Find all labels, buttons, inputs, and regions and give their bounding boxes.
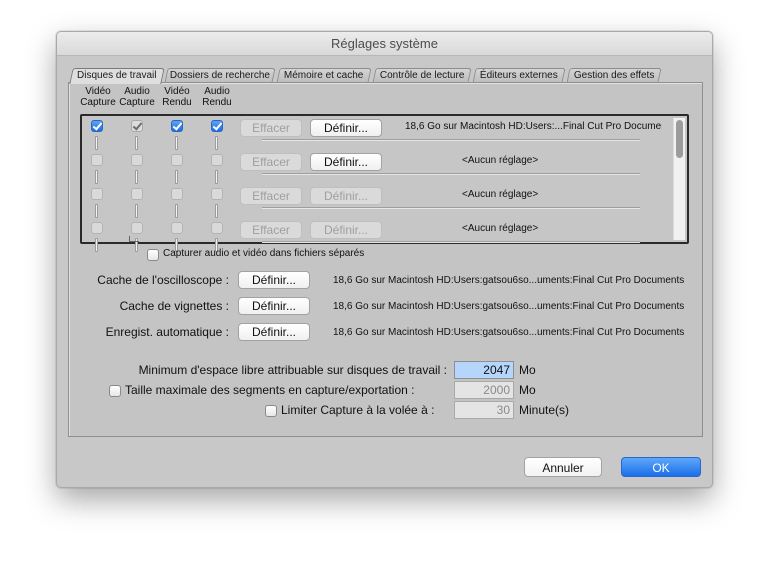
row-1-checkbox-1[interactable] — [131, 154, 143, 166]
system-settings-window: Réglages système Disques de travail Doss… — [56, 31, 713, 488]
row-2-link-2 — [175, 204, 178, 218]
col-audio-render: Audio Rendu — [202, 86, 232, 108]
cancel-button[interactable]: Annuler — [524, 457, 602, 477]
autosave-cache-label: Enregist. automatique : — [105, 325, 229, 339]
row-1-link-2 — [175, 170, 178, 184]
ok-button[interactable]: OK — [621, 457, 701, 477]
row-2-checkbox-2[interactable] — [171, 188, 183, 200]
row-2-define-button[interactable]: Définir... — [310, 187, 382, 205]
row-0-checkbox-0[interactable] — [91, 120, 103, 132]
row-3-separator — [262, 241, 640, 243]
max-segment-unit: Mo — [519, 383, 536, 397]
row-0-link-1 — [135, 136, 138, 150]
scope-cache-path: 18,6 Go sur Macintosh HD:Users:gatsou6so… — [333, 275, 685, 286]
row-1-link-0 — [95, 170, 98, 184]
separate-files-bracket — [129, 236, 139, 242]
row-1-info: <Aucun réglage> — [462, 155, 539, 166]
row-3-checkbox-2[interactable] — [171, 222, 183, 234]
row-3-checkbox-0[interactable] — [91, 222, 103, 234]
row-2-checkbox-1[interactable] — [131, 188, 143, 200]
thumbnail-cache-label: Cache de vignettes : — [119, 299, 229, 313]
tab-search-folders[interactable]: Dossiers de recherche — [164, 68, 276, 83]
row-1-checkbox-0[interactable] — [91, 154, 103, 166]
row-0-define-button[interactable]: Définir... — [310, 119, 382, 137]
thumbnail-cache-path: 18,6 Go sur Macintosh HD:Users:gatsou6so… — [333, 301, 685, 312]
autosave-cache-define-button[interactable]: Définir... — [238, 323, 310, 341]
row-3-link-0 — [95, 238, 98, 252]
scope-cache-label: Cache de l'oscilloscope : — [97, 273, 229, 287]
tab-playback-control[interactable]: Contrôle de lecture — [372, 68, 472, 83]
row-1-link-3 — [215, 170, 218, 184]
row-1-clear-button[interactable]: Effacer — [240, 153, 302, 171]
capture-limit-field[interactable]: 30 — [454, 401, 514, 419]
max-segment-field[interactable]: 2000 — [454, 381, 514, 399]
thumbnail-cache-define-button[interactable]: Définir... — [238, 297, 310, 315]
max-segment-label: Taille maximale des segments en capture/… — [125, 383, 415, 397]
scratch-disks-panel: Vidéo Capture Audio Capture Vidéo Rendu Aud… — [68, 82, 703, 437]
capture-limit-label: Limiter Capture à la volée à : — [281, 403, 435, 417]
row-2-separator — [262, 207, 640, 209]
row-2-link-0 — [95, 204, 98, 218]
autosave-cache-path: 18,6 Go sur Macintosh HD:Users:gatsou6so… — [333, 327, 685, 338]
row-0-checkbox-2[interactable] — [171, 120, 183, 132]
window-title: Réglages système — [57, 32, 712, 56]
col-video-capture: Vidéo Capture — [80, 86, 116, 108]
row-1-define-button[interactable]: Définir... — [310, 153, 382, 171]
row-0-clear-button[interactable]: Effacer — [240, 119, 302, 137]
capture-limit-unit: Minute(s) — [519, 403, 570, 417]
col-audio-capture: Audio Capture — [119, 86, 155, 108]
row-0-checkbox-3[interactable] — [211, 120, 223, 132]
row-2-link-3 — [215, 204, 218, 218]
row-2-link-1 — [135, 204, 138, 218]
row-0-info: 18,6 Go sur Macintosh HD:Users:...Final … — [405, 121, 662, 132]
scrollbar-thumb[interactable] — [676, 120, 683, 158]
row-0-checkbox-1[interactable] — [131, 120, 143, 132]
separate-files-checkbox[interactable] — [147, 249, 159, 261]
row-2-clear-button[interactable]: Effacer — [240, 187, 302, 205]
row-2-checkbox-3[interactable] — [211, 188, 223, 200]
row-0-link-0 — [95, 136, 98, 150]
tab-external-editors[interactable]: Éditeurs externes — [472, 68, 566, 83]
scope-cache-define-button[interactable]: Définir... — [238, 271, 310, 289]
tab-memory-cache[interactable]: Mémoire et cache — [276, 68, 372, 83]
row-3-define-button[interactable]: Définir... — [310, 221, 382, 239]
min-space-field[interactable]: 2047 — [454, 361, 514, 379]
row-1-link-1 — [135, 170, 138, 184]
scratch-disk-list: Effacer Définir... 18,6 Go sur Macintosh H… — [80, 114, 689, 252]
min-space-unit: Mo — [519, 363, 536, 377]
capture-limit-checkbox[interactable] — [265, 405, 277, 417]
row-0-separator — [262, 139, 640, 141]
row-2-checkbox-0[interactable] — [91, 188, 103, 200]
row-3-info: <Aucun réglage> — [462, 223, 539, 234]
col-video-render: Vidéo Rendu — [162, 86, 192, 108]
row-3-clear-button[interactable]: Effacer — [240, 221, 302, 239]
tab-scratch-disks[interactable]: Disques de travail — [69, 68, 165, 84]
row-0-link-3 — [215, 136, 218, 150]
row-1-checkbox-3[interactable] — [211, 154, 223, 166]
row-1-separator — [262, 173, 640, 175]
row-0-link-2 — [175, 136, 178, 150]
min-space-label: Minimum d'espace libre attribuable sur d… — [138, 363, 447, 377]
row-3-checkbox-1[interactable] — [131, 222, 143, 234]
row-2-info: <Aucun réglage> — [462, 189, 539, 200]
row-1-checkbox-2[interactable] — [171, 154, 183, 166]
row-3-checkbox-3[interactable] — [211, 222, 223, 234]
separate-files-label: Capturer audio et vidéo dans fichiers sé… — [163, 248, 365, 259]
max-segment-checkbox[interactable] — [109, 385, 121, 397]
tab-effects-handling[interactable]: Gestion des effets — [566, 68, 662, 83]
